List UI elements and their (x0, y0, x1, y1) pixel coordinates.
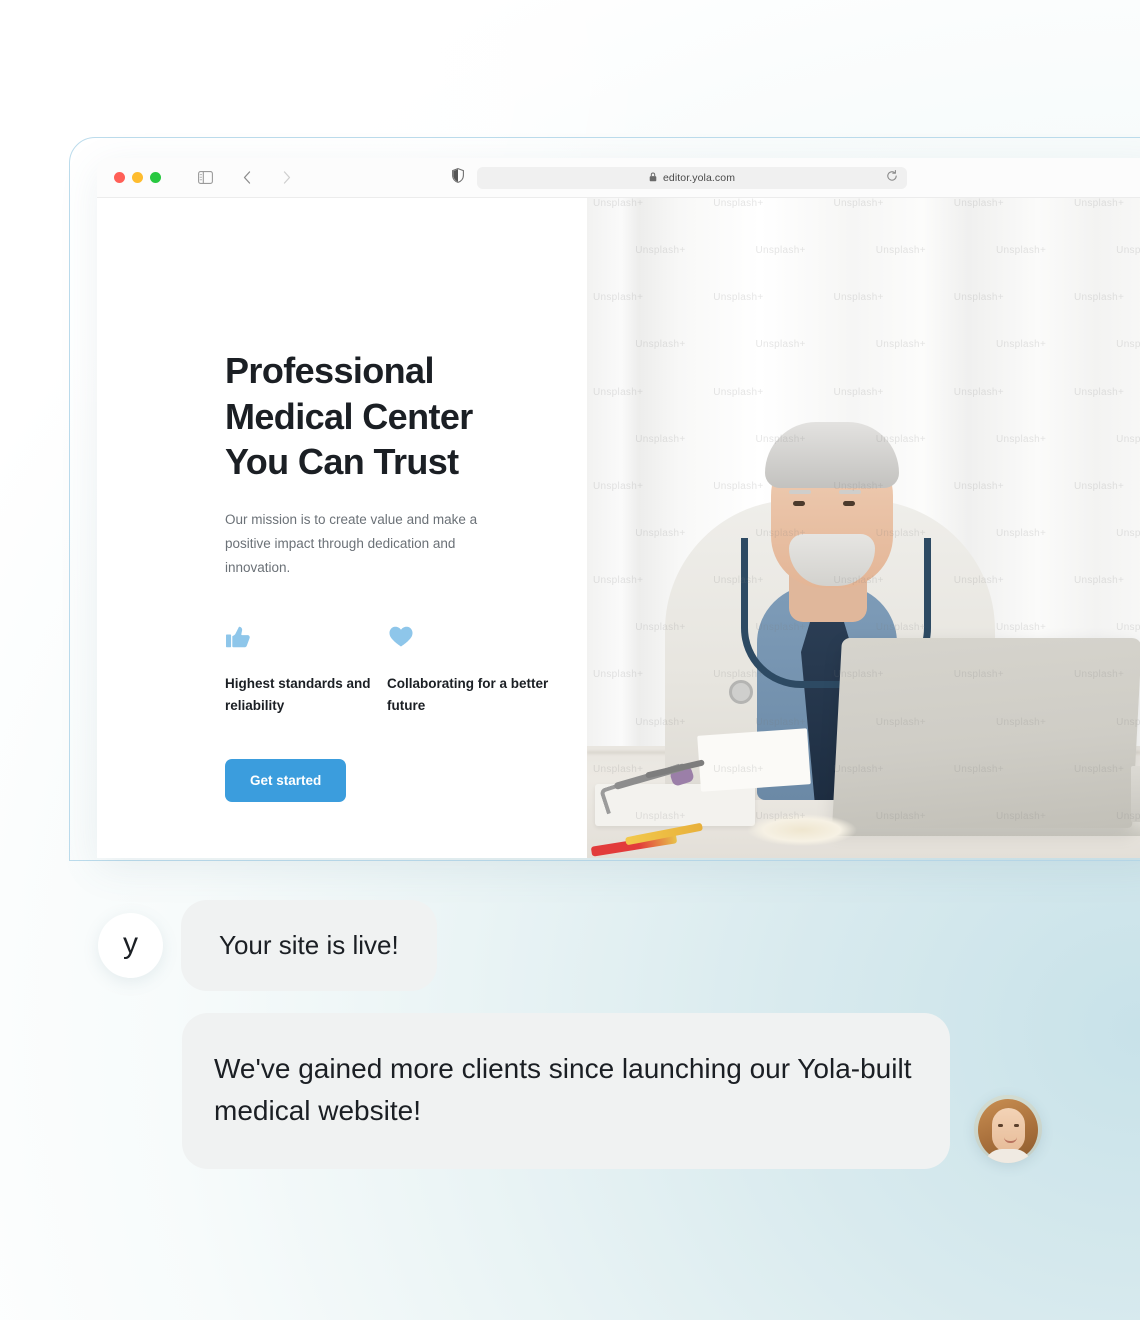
window-controls[interactable] (114, 172, 161, 183)
lock-icon (649, 169, 657, 187)
feature-label: Collaborating for a better future (387, 676, 549, 714)
reload-icon[interactable] (886, 169, 898, 187)
hero-image: Unsplash+Unsplash+Unsplash+Unsplash+Unsp… (587, 198, 1140, 858)
book-stack (1131, 766, 1140, 822)
feature-item: Collaborating for a better future (387, 620, 549, 717)
avatar-face (992, 1108, 1025, 1152)
doctor-eye (793, 501, 805, 506)
brand-avatar: y (98, 913, 163, 978)
desk-object-beige (747, 814, 857, 846)
chat-section: y Your site is live! We've gained more c… (0, 900, 1140, 1169)
chat-message-system: Your site is live! (181, 900, 437, 991)
url-text: editor.yola.com (662, 171, 736, 184)
navigation-controls (193, 166, 299, 190)
heart-icon (387, 620, 549, 650)
address-bar-area: editor.yola.com (452, 166, 907, 189)
chat-row-testimonial: We've gained more clients since launchin… (0, 1013, 1140, 1169)
close-button[interactable] (114, 172, 125, 183)
hero-subtitle: Our mission is to create value and make … (225, 512, 478, 576)
chevron-left-icon[interactable] (235, 166, 259, 190)
url-input[interactable]: editor.yola.com (477, 166, 907, 189)
sidebar-toggle-icon[interactable] (193, 166, 217, 190)
feature-label: Highest standards and reliability (225, 676, 371, 714)
maximize-button[interactable] (150, 172, 161, 183)
minimize-button[interactable] (132, 172, 143, 183)
doctor-eyebrow (789, 490, 811, 494)
get-started-button[interactable]: Get started (225, 758, 347, 802)
thumbs-up-icon (225, 620, 387, 650)
doctor-hair (765, 422, 899, 488)
feature-list: Highest standards and reliability Collab… (225, 620, 587, 717)
browser-window: editor.yola.com Professional Medical Cen… (97, 158, 1140, 858)
laptop (832, 638, 1140, 828)
doctor-eye (843, 501, 855, 506)
paper-sheet (697, 728, 811, 792)
page-title: Professional Medical Center You Can Trus… (225, 350, 473, 483)
chat-row-system: y Your site is live! (0, 900, 1140, 991)
chevron-right-icon[interactable] (275, 166, 299, 190)
shield-privacy-icon[interactable] (452, 167, 464, 188)
avatar-eye (1014, 1124, 1019, 1127)
hero-text-column: Professional Medical Center You Can Trus… (97, 198, 587, 858)
doctor-eyebrow (839, 490, 861, 494)
stethoscope-bell (729, 680, 753, 704)
browser-chrome-bar: editor.yola.com (97, 158, 1140, 198)
avatar-eye (998, 1124, 1003, 1127)
avatar (974, 1095, 1042, 1163)
site-preview: Professional Medical Center You Can Trus… (97, 198, 1140, 858)
chat-message-testimonial: We've gained more clients since launchin… (182, 1013, 950, 1169)
feature-item: Highest standards and reliability (225, 620, 387, 717)
